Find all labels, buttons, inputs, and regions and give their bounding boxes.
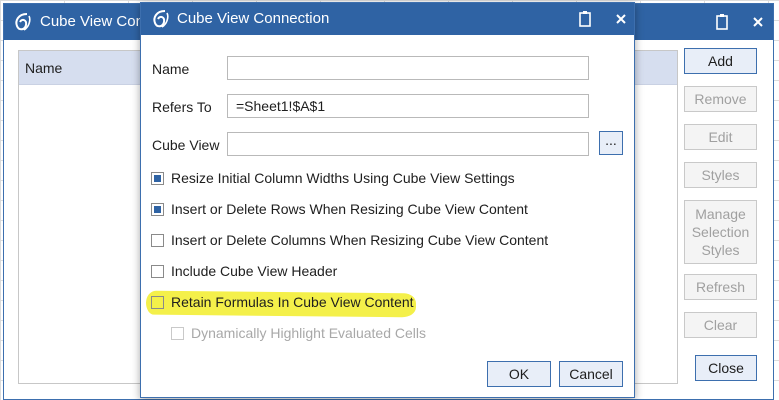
clipboard-icon[interactable] [575, 9, 595, 29]
dialog-title: Cube View Connection [177, 10, 330, 27]
checkbox[interactable] [151, 296, 164, 309]
clipboard-icon[interactable] [712, 12, 732, 32]
clear-button[interactable]: Clear [684, 312, 757, 338]
checkbox-label: Dynamically Highlight Evaluated Cells [191, 325, 426, 341]
back-dialog-title: Cube View Con [40, 13, 144, 30]
close-button[interactable]: Close [695, 355, 757, 381]
checkbox[interactable] [151, 234, 164, 247]
close-icon[interactable] [611, 9, 631, 29]
checkbox[interactable] [151, 203, 164, 216]
edit-button[interactable]: Edit [684, 124, 757, 150]
cube-view-label: Cube View [152, 137, 220, 153]
ok-button[interactable]: OK [487, 361, 551, 387]
checkbox-label: Resize Initial Column Widths Using Cube … [171, 170, 515, 186]
manage-line-3: Styles [701, 242, 740, 258]
checkbox-label: Retain Formulas In Cube View Content [171, 294, 414, 310]
column-header-name: Name [25, 60, 63, 76]
manage-line-2: Selection [691, 224, 750, 240]
remove-button[interactable]: Remove [684, 86, 757, 112]
cube-view-browse-button[interactable]: ... [599, 131, 623, 155]
name-label: Name [152, 61, 190, 77]
onestream-logo-icon [153, 10, 169, 28]
refresh-button[interactable]: Refresh [684, 274, 757, 300]
checkbox [171, 327, 184, 340]
name-field[interactable] [227, 56, 589, 80]
refers-to-field[interactable] [227, 94, 589, 118]
cube-view-field[interactable] [227, 132, 589, 156]
checkbox-label: Insert or Delete Rows When Resizing Cube… [171, 201, 528, 217]
styles-button[interactable]: Styles [684, 162, 757, 188]
cancel-button[interactable]: Cancel [559, 361, 623, 387]
refers-to-label: Refers To [152, 99, 212, 115]
manage-line-1: Manage [695, 206, 746, 222]
checkbox-label: Insert or Delete Columns When Resizing C… [171, 232, 549, 248]
dialog-titlebar: Cube View Connection [141, 3, 634, 35]
checkbox[interactable] [151, 172, 164, 185]
checkbox[interactable] [151, 265, 164, 278]
checkbox-label: Include Cube View Header [171, 263, 338, 279]
close-icon[interactable] [748, 12, 768, 32]
onestream-logo-icon [15, 13, 31, 31]
add-button[interactable]: Add [684, 48, 757, 74]
manage-selection-styles-button[interactable]: Manage Selection Styles [684, 200, 757, 264]
